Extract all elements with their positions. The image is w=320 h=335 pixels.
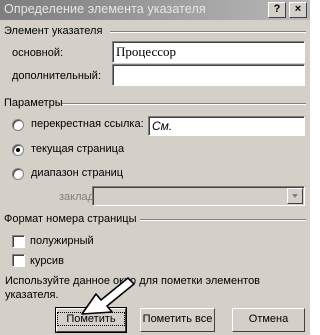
main-entry-label: основной: bbox=[12, 47, 63, 59]
hint-text-line2: указателя. bbox=[5, 289, 59, 301]
format-section-label: Формат номера страницы bbox=[4, 213, 137, 225]
current-page-radio[interactable] bbox=[12, 144, 24, 156]
entry-section-label: Элемент указателя bbox=[4, 25, 103, 37]
pointer-arrow-icon bbox=[81, 277, 135, 315]
sub-entry-input[interactable] bbox=[112, 64, 305, 86]
cross-reference-input[interactable]: См. bbox=[148, 116, 305, 136]
main-entry-label-text: основной: bbox=[12, 47, 64, 59]
chevron-down-icon bbox=[292, 194, 298, 198]
current-page-label[interactable]: текущая страница bbox=[31, 143, 124, 155]
page-range-radio[interactable] bbox=[12, 168, 24, 180]
bold-label[interactable]: полужирный bbox=[30, 235, 94, 247]
italic-checkbox[interactable] bbox=[12, 254, 25, 267]
bold-checkbox[interactable] bbox=[12, 235, 25, 248]
help-button[interactable]: ? bbox=[268, 2, 286, 18]
mark-index-entry-dialog: Определение элемента указателя ? × Элеме… bbox=[0, 0, 310, 335]
close-button[interactable]: × bbox=[289, 2, 307, 18]
radio-selected-dot bbox=[16, 148, 20, 152]
mark-all-button[interactable]: Пометить все bbox=[140, 308, 215, 332]
entry-section-divider bbox=[110, 31, 306, 33]
title-bar[interactable]: Определение элемента указателя ? × bbox=[0, 0, 310, 20]
bookmark-dropdown-button[interactable] bbox=[287, 188, 303, 204]
cross-reference-radio[interactable] bbox=[12, 119, 24, 131]
cancel-button[interactable]: Отмена bbox=[232, 308, 305, 332]
cross-reference-label[interactable]: перекрестная ссылка: bbox=[31, 118, 144, 130]
options-section-divider bbox=[62, 103, 306, 105]
main-entry-input[interactable]: Процессор bbox=[112, 41, 305, 63]
bookmark-select[interactable] bbox=[92, 186, 305, 206]
italic-label[interactable]: курсив bbox=[30, 255, 64, 267]
pointer-arrow-shape bbox=[81, 277, 135, 315]
dialog-title: Определение элемента указателя bbox=[4, 2, 206, 16]
format-section-divider bbox=[140, 219, 306, 221]
sub-entry-label: дополнительный: bbox=[12, 70, 102, 82]
options-section-label: Параметры bbox=[4, 97, 63, 109]
page-range-label[interactable]: диапазон страниц bbox=[31, 167, 123, 179]
